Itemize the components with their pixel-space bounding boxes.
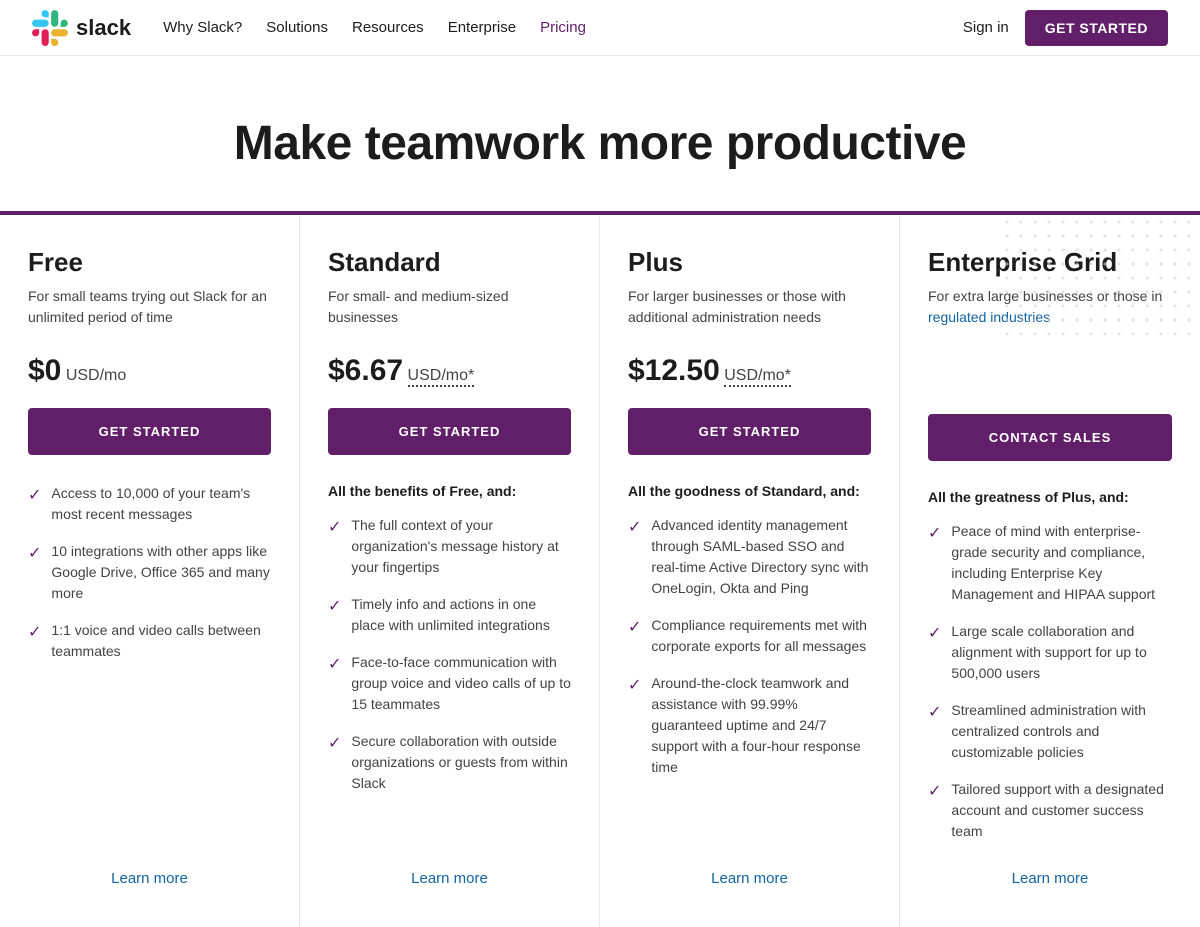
list-item: ✓ Timely info and actions in one place w… <box>328 594 571 636</box>
plan-enterprise-benefits: ✓ Peace of mind with enterprise-grade se… <box>928 521 1172 842</box>
list-item: ✓ Access to 10,000 of your team's most r… <box>28 483 271 525</box>
plan-plus: Plus For larger businesses or those with… <box>600 215 900 927</box>
plan-standard-benefits-label: All the benefits of Free, and: <box>328 483 571 499</box>
plan-free-price: $0 <box>28 354 61 387</box>
plan-free-cta[interactable]: GET STARTED <box>28 408 271 455</box>
nav-links: Why Slack? Solutions Resources Enterpris… <box>163 19 963 37</box>
plan-standard-cta[interactable]: GET STARTED <box>328 408 571 455</box>
check-icon: ✓ <box>928 780 941 842</box>
list-item: ✓ Face-to-face communication with group … <box>328 652 571 715</box>
list-item: ✓ Large scale collaboration and alignmen… <box>928 621 1172 684</box>
plan-plus-benefits: ✓ Advanced identity management through S… <box>628 515 871 842</box>
plan-free-learn-more[interactable]: Learn more <box>28 842 271 887</box>
plan-standard-price-row: $6.67 USD/mo* <box>328 354 571 388</box>
list-item: ✓ Advanced identity management through S… <box>628 515 871 599</box>
check-icon: ✓ <box>328 595 341 636</box>
plan-standard: Standard For small- and medium-sized bus… <box>300 215 600 927</box>
plan-plus-price: $12.50 <box>628 354 720 387</box>
list-item: ✓ 1:1 voice and video calls between team… <box>28 620 271 662</box>
check-icon: ✓ <box>328 516 341 578</box>
plan-enterprise-learn-more[interactable]: Learn more <box>928 842 1172 887</box>
list-item: ✓ Compliance requirements met with corpo… <box>628 615 871 657</box>
logo-text: slack <box>76 15 131 41</box>
plan-plus-benefits-label: All the goodness of Standard, and: <box>628 483 871 499</box>
regulated-industries-link[interactable]: regulated industries <box>928 309 1050 325</box>
pricing-section: Free For small teams trying out Slack fo… <box>0 211 1200 927</box>
list-item: ✓ The full context of your organization'… <box>328 515 571 578</box>
check-icon: ✓ <box>628 674 641 778</box>
sign-in-link[interactable]: Sign in <box>963 19 1009 36</box>
check-icon: ✓ <box>628 616 641 657</box>
plan-plus-name: Plus <box>628 247 871 278</box>
logo[interactable]: slack <box>32 10 131 46</box>
check-icon: ✓ <box>328 732 341 794</box>
plan-standard-name: Standard <box>328 247 571 278</box>
nav-right: Sign in GET STARTED <box>963 10 1168 46</box>
plan-free-desc: For small teams trying out Slack for an … <box>28 286 271 334</box>
plan-free-unit: USD/mo <box>66 367 126 384</box>
plan-enterprise-benefits-label: All the greatness of Plus, and: <box>928 489 1172 505</box>
nav-solutions[interactable]: Solutions <box>266 19 328 36</box>
plan-enterprise-cta[interactable]: CONTACT SALES <box>928 414 1172 461</box>
list-item: ✓ 10 integrations with other apps like G… <box>28 541 271 604</box>
plan-plus-price-row: $12.50 USD/mo* <box>628 354 871 388</box>
check-icon: ✓ <box>628 516 641 599</box>
hero-title: Make teamwork more productive <box>20 116 1180 171</box>
plan-plus-unit: USD/mo* <box>724 367 791 384</box>
list-item: ✓ Tailored support with a designated acc… <box>928 779 1172 842</box>
plan-enterprise: Enterprise Grid For extra large business… <box>900 215 1200 927</box>
plan-free: Free For small teams trying out Slack fo… <box>0 215 300 927</box>
navigation: slack Why Slack? Solutions Resources Ent… <box>0 0 1200 56</box>
check-icon: ✓ <box>28 621 41 662</box>
nav-pricing[interactable]: Pricing <box>540 19 586 36</box>
check-icon: ✓ <box>28 484 41 525</box>
check-icon: ✓ <box>928 701 941 763</box>
plan-free-name: Free <box>28 247 271 278</box>
plan-free-benefits: ✓ Access to 10,000 of your team's most r… <box>28 483 271 842</box>
check-icon: ✓ <box>928 622 941 684</box>
list-item: ✓ Around-the-clock teamwork and assistan… <box>628 673 871 778</box>
hero-section: Make teamwork more productive <box>0 56 1200 211</box>
plan-plus-desc: For larger businesses or those with addi… <box>628 286 871 334</box>
check-icon: ✓ <box>28 542 41 604</box>
plan-free-price-row: $0 USD/mo <box>28 354 271 388</box>
plan-standard-desc: For small- and medium-sized businesses <box>328 286 571 334</box>
plan-enterprise-name: Enterprise Grid <box>928 247 1172 278</box>
nav-get-started-button[interactable]: GET STARTED <box>1025 10 1168 46</box>
plan-enterprise-price-row <box>928 354 1172 394</box>
list-item: ✓ Secure collaboration with outside orga… <box>328 731 571 794</box>
plan-plus-cta[interactable]: GET STARTED <box>628 408 871 455</box>
check-icon: ✓ <box>328 653 341 715</box>
plan-standard-learn-more[interactable]: Learn more <box>328 842 571 887</box>
plan-standard-benefits: ✓ The full context of your organization'… <box>328 515 571 842</box>
plan-enterprise-desc: For extra large businesses or those in r… <box>928 286 1172 334</box>
nav-why-slack[interactable]: Why Slack? <box>163 19 242 36</box>
plan-standard-price: $6.67 <box>328 354 403 387</box>
list-item: ✓ Streamlined administration with centra… <box>928 700 1172 763</box>
nav-enterprise[interactable]: Enterprise <box>448 19 516 36</box>
plan-standard-unit: USD/mo* <box>408 367 475 384</box>
check-icon: ✓ <box>928 522 941 605</box>
plan-plus-learn-more[interactable]: Learn more <box>628 842 871 887</box>
list-item: ✓ Peace of mind with enterprise-grade se… <box>928 521 1172 605</box>
nav-resources[interactable]: Resources <box>352 19 424 36</box>
